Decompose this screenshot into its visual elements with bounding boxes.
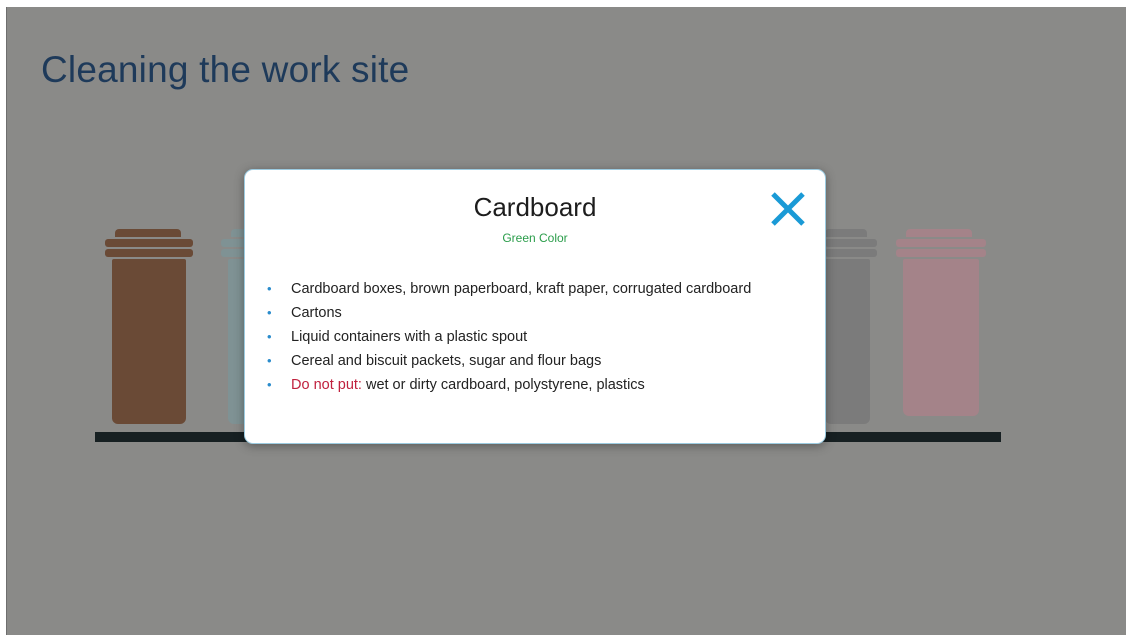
warning-item: • Do not put: wet or dirty cardboard, pol… — [267, 373, 751, 397]
warning-label: Do not put: — [291, 377, 362, 393]
list-item: • Cereal and biscuit packets, sugar and f… — [267, 349, 751, 373]
page-title: Cleaning the work site — [41, 49, 410, 90]
dialog-subtitle: Green Color — [502, 231, 568, 245]
dialog-title: Cardboard — [473, 192, 597, 222]
close-button[interactable] — [769, 190, 807, 228]
bullet-icon: • — [267, 281, 272, 296]
close-x-icon — [771, 192, 805, 226]
bin-pink[interactable] — [896, 229, 988, 433]
bullet-icon: • — [267, 377, 272, 392]
cardboard-dialog: Cardboard Green Color • Cardboard boxes, … — [244, 169, 826, 444]
list-item: • Cartons — [267, 301, 751, 325]
bullet-icon: • — [267, 329, 272, 344]
bullet-icon: • — [267, 305, 272, 320]
bullet-icon: • — [267, 353, 272, 368]
bin-brown[interactable] — [105, 229, 205, 433]
item-list: • Cardboard boxes, brown paperboard, kraf… — [267, 277, 751, 397]
list-item: • Cardboard boxes, brown paperboard, kraf… — [267, 277, 751, 301]
list-item: • Liquid containers with a plastic spout — [267, 325, 751, 349]
warning-text: wet or dirty cardboard, polystyrene, pla… — [361, 377, 645, 393]
bin-gray[interactable] — [825, 229, 879, 433]
